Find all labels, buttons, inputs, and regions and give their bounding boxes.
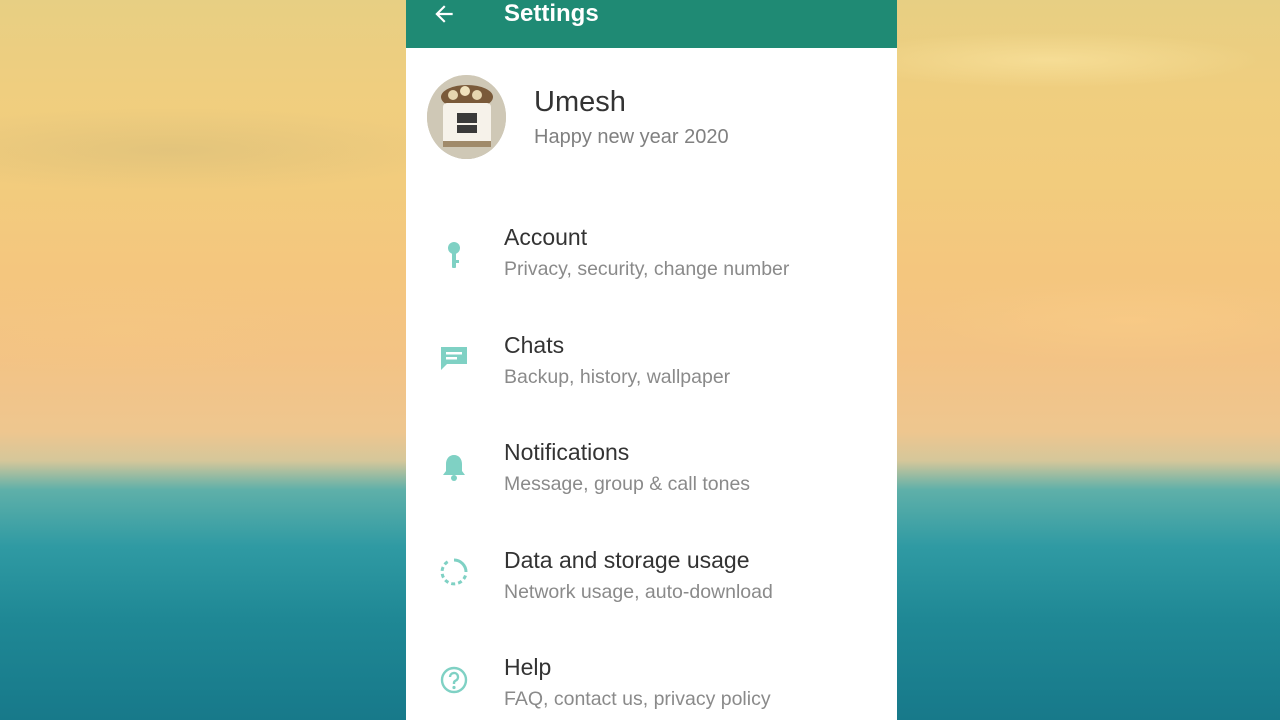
key-icon bbox=[438, 240, 470, 272]
menu-item-chats[interactable]: Chats Backup, history, wallpaper bbox=[406, 322, 897, 426]
back-arrow-icon bbox=[435, 5, 453, 23]
menu-item-account[interactable]: Account Privacy, security, change number bbox=[406, 214, 897, 318]
settings-screen: Settings Umesh Happy new year 2020 Accou… bbox=[406, 0, 897, 720]
menu-item-data-storage[interactable]: Data and storage usage Network usage, au… bbox=[406, 537, 897, 641]
profile-name: Umesh bbox=[534, 86, 626, 118]
menu-subtitle-data-storage: Network usage, auto-download bbox=[504, 581, 773, 603]
data-usage-icon bbox=[438, 556, 470, 588]
menu-subtitle-account: Privacy, security, change number bbox=[504, 258, 790, 280]
menu-subtitle-chats: Backup, history, wallpaper bbox=[504, 366, 731, 388]
menu-title-account: Account bbox=[504, 224, 588, 250]
app-bar: Settings bbox=[406, 0, 897, 48]
back-button[interactable] bbox=[426, 0, 462, 32]
menu-item-help[interactable]: Help FAQ, contact us, privacy policy bbox=[406, 644, 897, 720]
help-icon bbox=[438, 664, 470, 696]
profile-row[interactable]: Umesh Happy new year 2020 bbox=[406, 60, 897, 180]
menu-title-notifications: Notifications bbox=[504, 439, 630, 465]
menu-title-help: Help bbox=[504, 654, 552, 680]
menu-item-notifications[interactable]: Notifications Message, group & call tone… bbox=[406, 429, 897, 533]
menu-subtitle-help: FAQ, contact us, privacy policy bbox=[504, 688, 771, 710]
chat-icon bbox=[438, 342, 470, 374]
bell-icon bbox=[438, 451, 470, 483]
menu-subtitle-notifications: Message, group & call tones bbox=[504, 473, 751, 495]
profile-status: Happy new year 2020 bbox=[534, 126, 729, 148]
menu-title-chats: Chats bbox=[504, 332, 565, 358]
page-title: Settings bbox=[504, 0, 599, 27]
avatar[interactable] bbox=[427, 75, 506, 159]
cake-photo-icon bbox=[427, 75, 506, 159]
menu-title-data-storage: Data and storage usage bbox=[504, 547, 750, 573]
